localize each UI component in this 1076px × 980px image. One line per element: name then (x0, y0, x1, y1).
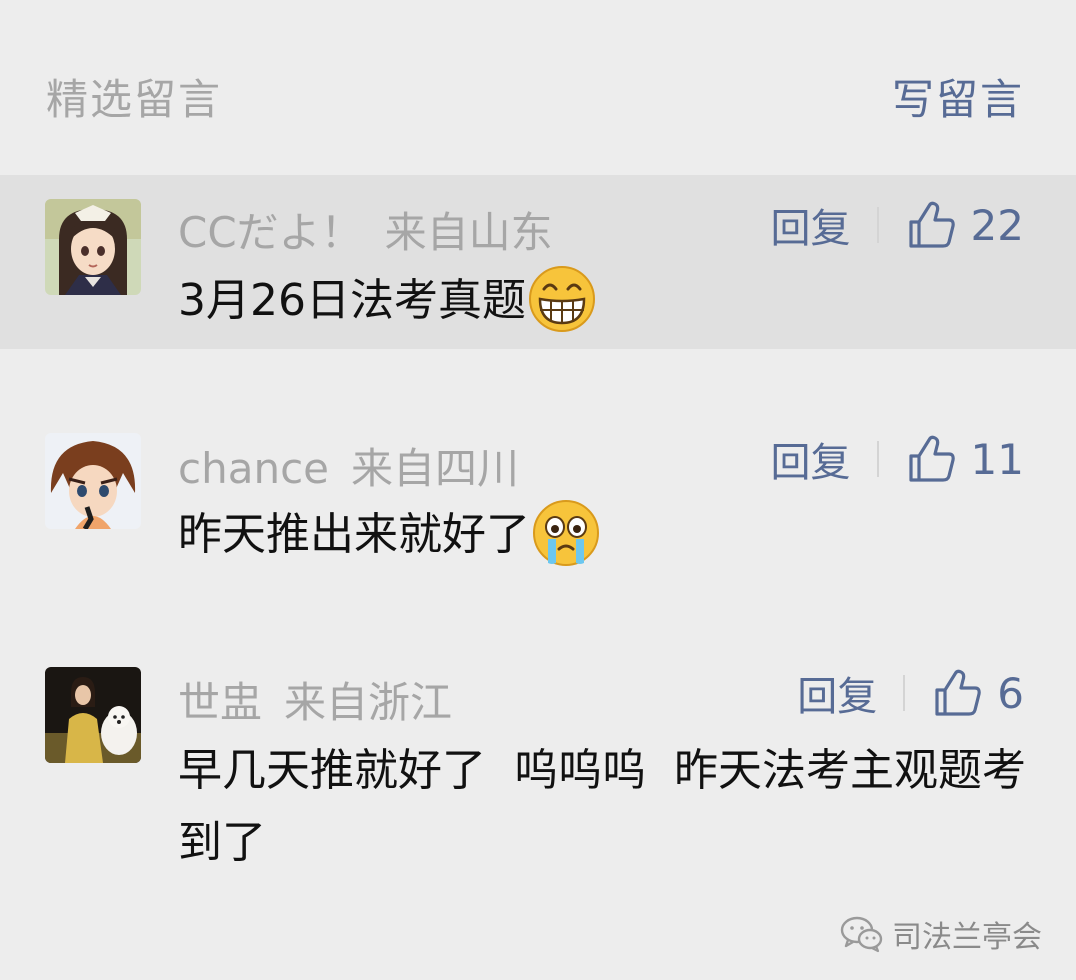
username[interactable]: chance (178, 444, 329, 493)
username[interactable]: 世盅 (178, 678, 262, 727)
section-title: 精选留言 (46, 75, 223, 124)
write-comment-button[interactable]: 写留言 (892, 66, 1024, 127)
anime-boy-avatar-icon (45, 433, 141, 529)
thumbs-up-icon (908, 435, 955, 482)
divider (876, 207, 879, 243)
comment-item: 世盅 来自浙江 回复 6 早几天推就好了 呜呜呜 昨天法考主观题考到了 (0, 583, 1076, 883)
divider (876, 441, 879, 477)
comment-text: 早几天推就好了 呜呜呜 昨天法考主观题考到了 (178, 735, 1038, 879)
like-count: 22 (970, 200, 1024, 250)
comment-body: 3月26日法考真题 (178, 275, 526, 326)
reply-button[interactable]: 回复 (771, 430, 851, 488)
like-button[interactable]: 22 (907, 200, 1024, 250)
woman-with-dog-avatar-icon (45, 667, 141, 763)
divider (903, 675, 906, 711)
comment-actions: 回复 6 (797, 665, 1024, 721)
like-count: 11 (970, 434, 1024, 484)
like-button[interactable]: 11 (907, 434, 1024, 484)
avatar[interactable] (45, 667, 141, 763)
comment-item: chance 来自四川 回复 11 昨天推出来就好了 (0, 349, 1076, 583)
crying-face-icon (532, 499, 600, 567)
comment-meta: 世盅 来自浙江 (178, 669, 452, 730)
location: 来自山东 (384, 208, 553, 257)
avatar[interactable] (45, 199, 141, 295)
username[interactable]: CCだよ！ (178, 208, 363, 257)
location: 来自浙江 (284, 678, 453, 727)
watermark: 司法兰亭会 (840, 912, 1042, 956)
avatar[interactable] (45, 433, 141, 529)
comment-meta: CCだよ！ 来自山东 (178, 199, 553, 260)
reply-button[interactable]: 回复 (771, 196, 851, 254)
watermark-text: 司法兰亭会 (892, 920, 1042, 955)
comment-body: 早几天推就好了 呜呜呜 昨天法考主观题考到了 (178, 745, 1026, 868)
thumbs-up-icon (935, 669, 982, 716)
comment-text: 昨天推出来就好了 (178, 499, 1038, 571)
comment-body: 昨天推出来就好了 (178, 509, 530, 560)
location: 来自四川 (351, 444, 520, 493)
reply-button[interactable]: 回复 (797, 664, 877, 722)
anime-girl-avatar-icon (45, 199, 141, 295)
comment-meta: chance 来自四川 (178, 435, 519, 496)
comment-actions: 回复 22 (771, 197, 1024, 253)
comment-actions: 回复 11 (771, 431, 1024, 487)
comments-header: 精选留言 写留言 (0, 0, 1076, 175)
comment-text: 3月26日法考真题 (178, 265, 1038, 337)
like-button[interactable]: 6 (933, 668, 1024, 718)
comment-item: CCだよ！ 来自山东 回复 22 3月26日法考真题 (0, 175, 1076, 349)
grinning-face-icon (528, 265, 596, 333)
like-count: 6 (997, 668, 1024, 718)
thumbs-up-icon (908, 201, 955, 248)
wechat-icon (840, 916, 883, 953)
